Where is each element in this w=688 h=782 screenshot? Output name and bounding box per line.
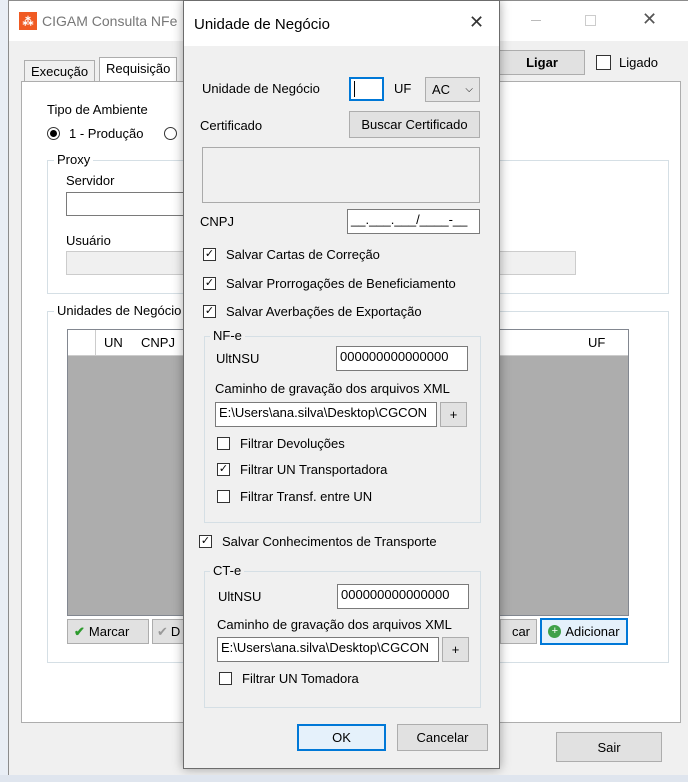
cte-ultnsu-input[interactable]: 000000000000000 [337, 584, 469, 609]
cancel-button[interactable]: Cancelar [397, 724, 488, 751]
app-logo-icon: ⁂ [19, 12, 37, 30]
salvar-conhecimentos-checkbox[interactable]: ✓ [199, 535, 212, 548]
nfe-group-label: NF-e [210, 328, 245, 343]
tab-requisicao[interactable]: Requisição [99, 57, 178, 83]
grid-col-cnpj[interactable]: CNPJ [141, 335, 175, 350]
salvar-averbacoes-label: Salvar Averbações de Exportação [226, 304, 422, 319]
uf-label: UF [394, 81, 412, 96]
salvar-cartas-correcao-label: Salvar Cartas de Correção [226, 247, 380, 262]
cte-path-label: Caminho de gravação dos arquivos XML [217, 617, 452, 632]
adicionar-button[interactable]: + Adicionar [540, 618, 628, 645]
plus-icon: + [451, 642, 460, 657]
uncheck-icon: ✔ [157, 623, 168, 639]
cnpj-input[interactable]: __.___.___/____-__ [347, 209, 480, 234]
nfe-ultnsu-label: UltNSU [216, 351, 260, 366]
ligar-button[interactable]: Ligar [499, 50, 585, 75]
nfe-ultnsu-input[interactable]: 000000000000000 [336, 346, 468, 371]
salvar-prorrogacoes-checkbox[interactable]: ✓ [203, 277, 216, 290]
ligado-label: Ligado [619, 55, 659, 70]
marcar-label: Marcar [88, 624, 130, 639]
cte-path-add-button[interactable]: + [442, 637, 469, 662]
cte-ultnsu-label: UltNSU [218, 589, 262, 604]
checkmark-icon: ✓ [200, 535, 211, 547]
tab-execucao[interactable]: Execução [24, 60, 96, 83]
dialog-title: Unidade de Negócio [194, 16, 330, 33]
main-window-title: CIGAM Consulta NFe [42, 13, 178, 29]
grid-col-uf[interactable]: UF [588, 335, 605, 350]
maximize-icon[interactable] [585, 15, 596, 26]
unidade-label: Unidade de Negócio [202, 81, 320, 96]
ok-label: OK [332, 730, 351, 745]
buscar-certificado-label: Buscar Certificado [361, 117, 468, 132]
ambiente-producao-label: 1 - Produção [69, 126, 144, 141]
check-icon: ✔ [74, 623, 85, 639]
add-circle-icon: + [548, 625, 562, 638]
usuario-label: Usuário [66, 233, 111, 248]
salvar-conhecimentos-label: Salvar Conhecimentos de Transporte [222, 534, 437, 549]
salvar-averbacoes-checkbox[interactable]: ✓ [203, 305, 216, 318]
grid-col-un[interactable]: UN [104, 335, 123, 350]
proxy-label: Proxy [54, 152, 94, 167]
filtrar-transf-un-checkbox[interactable] [217, 490, 230, 503]
unidades-label: Unidades de Negócio [54, 303, 185, 318]
ligado-checkbox[interactable] [596, 55, 611, 70]
checkmark-icon: ✓ [204, 305, 215, 317]
taskbar-strip [0, 775, 688, 782]
buscar-certificado-button[interactable]: Buscar Certificado [349, 111, 480, 138]
filtrar-un-tomadora-checkbox[interactable] [219, 672, 232, 685]
filtrar-un-tomadora-label: Filtrar UN Tomadora [242, 671, 359, 686]
nfe-path-label: Caminho de gravação dos arquivos XML [215, 381, 450, 396]
checkmark-icon: ✓ [204, 248, 215, 260]
certificado-label: Certificado [200, 118, 263, 133]
sair-button[interactable]: Sair [556, 732, 662, 762]
minimize-icon[interactable] [531, 20, 541, 21]
excluir-label: car [511, 624, 530, 639]
cte-path-input[interactable]: E:\Users\ana.silva\Desktop\CGCON [217, 637, 439, 662]
ambiente-producao-radio[interactable] [47, 127, 60, 140]
filtrar-devolucoes-label: Filtrar Devoluções [240, 436, 345, 451]
chevron-down-icon: ⌵ [465, 84, 473, 95]
grid-header-corner [68, 330, 96, 355]
tipo-ambiente-label: Tipo de Ambiente [47, 102, 148, 117]
dialog-close-icon[interactable]: ✕ [469, 12, 484, 33]
cancel-label: Cancelar [416, 730, 469, 745]
marcar-button[interactable]: ✔ Marcar [67, 619, 149, 644]
checkmark-icon: ✓ [204, 277, 215, 289]
ambiente-homologacao-radio[interactable] [164, 127, 177, 140]
filtrar-devolucoes-checkbox[interactable] [217, 437, 230, 450]
plus-icon: + [449, 407, 458, 422]
salvar-cartas-correcao-checkbox[interactable]: ✓ [203, 248, 216, 261]
filtrar-un-transportadora-checkbox[interactable]: ✓ [217, 463, 230, 476]
unidade-negocio-dialog: Unidade de Negócio ✕ Unidade de Negócio … [183, 0, 500, 769]
cnpj-label: CNPJ [200, 214, 234, 229]
cte-group-label: CT-e [210, 563, 245, 578]
text-caret-icon [354, 81, 355, 97]
excluir-button[interactable]: car [500, 619, 537, 644]
filtrar-un-transportadora-label: Filtrar UN Transportadora [240, 462, 388, 477]
uf-select[interactable]: AC ⌵ [425, 77, 480, 102]
nfe-path-input[interactable]: E:\Users\ana.silva\Desktop\CGCON [215, 402, 437, 427]
sair-label: Sair [597, 739, 621, 755]
adicionar-label: Adicionar [565, 624, 620, 639]
dialog-titlebar: Unidade de Negócio ✕ [184, 1, 499, 46]
ligar-label: Ligar [526, 55, 558, 70]
close-icon[interactable]: ✕ [642, 9, 657, 30]
certificado-box [202, 147, 480, 203]
servidor-label: Servidor [66, 173, 115, 188]
servidor-input[interactable] [66, 192, 196, 216]
checkmark-icon: ✓ [218, 463, 229, 475]
uf-value: AC [432, 82, 451, 97]
nfe-path-add-button[interactable]: + [440, 402, 467, 427]
ok-button[interactable]: OK [297, 724, 386, 751]
desmarcar-label: D [170, 624, 181, 639]
filtrar-transf-un-label: Filtrar Transf. entre UN [240, 489, 373, 504]
salvar-prorrogacoes-label: Salvar Prorrogações de Beneficiamento [226, 276, 456, 291]
